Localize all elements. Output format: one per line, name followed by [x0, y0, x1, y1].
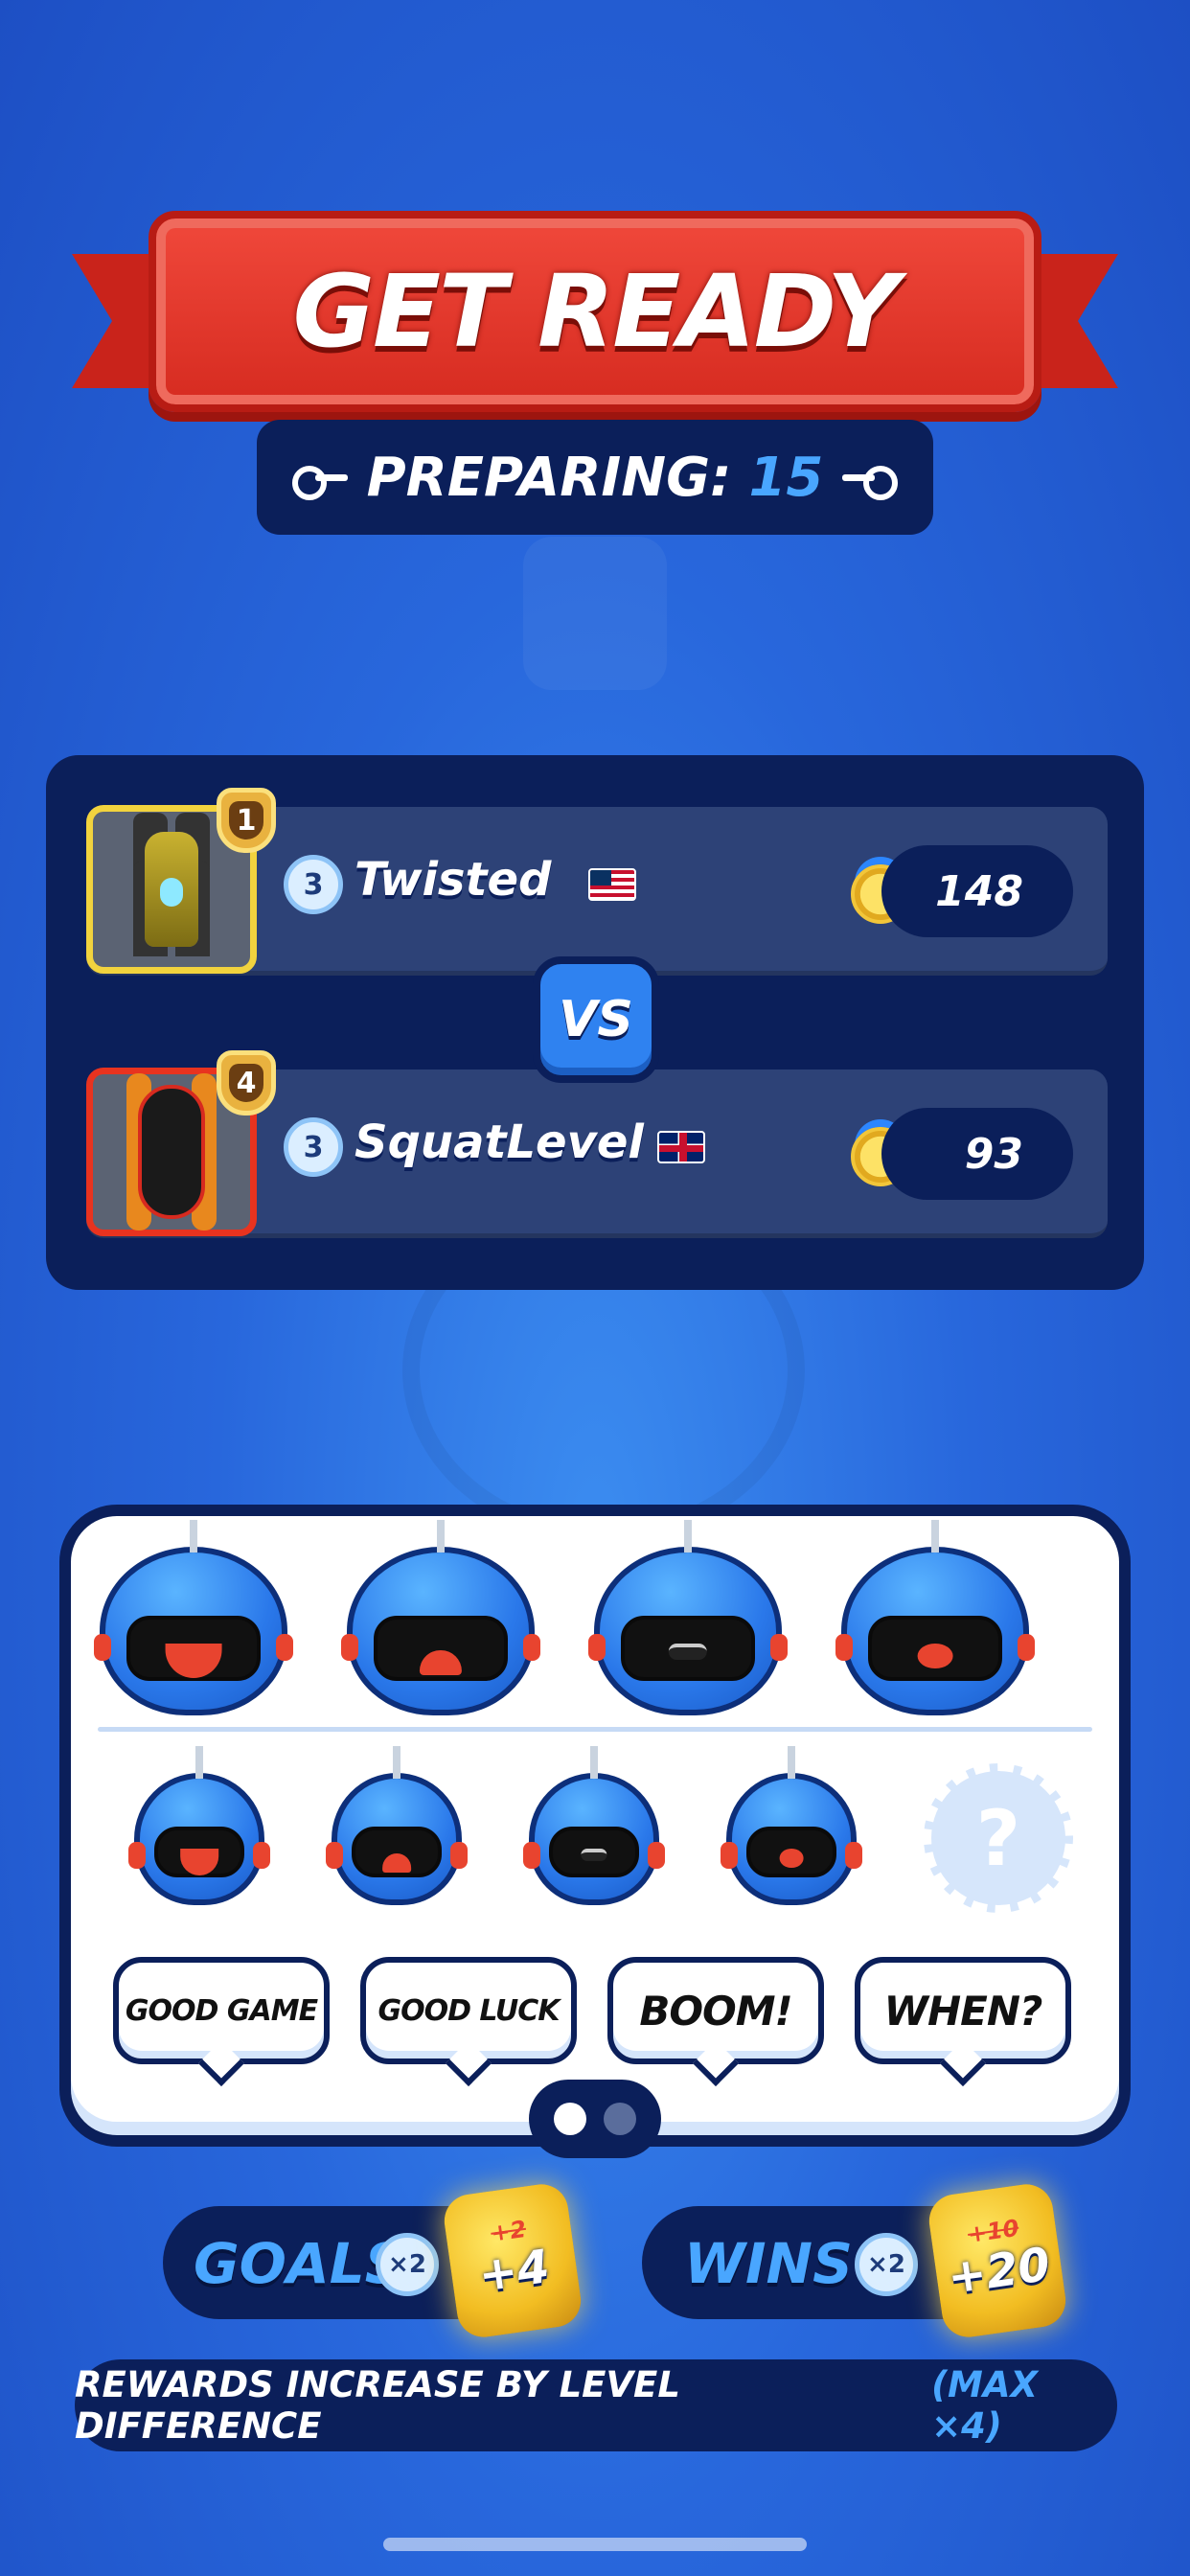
emote-page-indicator[interactable] — [529, 2080, 661, 2158]
vs-label: VS — [559, 991, 633, 1048]
multiplier-badge: ×2 — [855, 2233, 918, 2296]
coin-stack-icon: +2 +4 — [441, 2180, 584, 2341]
yellow-car-icon — [145, 832, 198, 947]
emote-shocked-icon[interactable] — [835, 1547, 1035, 1715]
player-name: SquatLevel — [355, 1116, 644, 1169]
wind-up-key-icon — [291, 463, 350, 500]
emote-shocked-icon[interactable] — [721, 1773, 862, 1905]
home-indicator[interactable] — [383, 2538, 807, 2551]
phrase-when-button[interactable]: WHEN? — [855, 1957, 1071, 2064]
uk-flag-icon — [657, 1131, 705, 1163]
emote-laughing-icon[interactable] — [128, 1773, 270, 1905]
new-reward: +20 — [944, 2237, 1054, 2306]
page-title: GET READY — [292, 253, 900, 370]
wind-up-key-icon — [840, 463, 898, 492]
rank-shield-icon: 1 — [217, 788, 276, 853]
phrase-good-game-button[interactable]: GOOD GAME — [113, 1957, 330, 2064]
phrase-label: WHEN? — [883, 1987, 1043, 2035]
trophy-value: 93 — [964, 1129, 1023, 1179]
player-row: 1 3 Twisted 148 — [86, 788, 1108, 976]
trophy-count: 93 — [881, 1108, 1073, 1200]
emote-smirk-icon[interactable] — [588, 1547, 788, 1715]
emote-divider — [98, 1727, 1092, 1732]
rewards-info-text: REWARDS INCREASE BY LEVEL DIFFERENCE — [75, 2364, 680, 2447]
goals-label: GOALS — [194, 2231, 405, 2296]
background-emblem — [523, 537, 667, 690]
player-row: 4 3 SquatLevel 93 — [86, 1050, 1108, 1238]
emote-panel: ? GOOD GAME GOOD LUCK BOOM! WHEN? — [59, 1505, 1131, 2147]
question-mark-icon: ? — [975, 1793, 1021, 1883]
level-badge: 3 — [284, 1117, 343, 1177]
vs-badge: VS — [533, 956, 659, 1083]
us-flag-icon — [588, 868, 636, 901]
phrase-boom-button[interactable]: BOOM! — [607, 1957, 824, 2064]
player-name: Twisted — [355, 853, 552, 907]
wins-label: WINS — [684, 2231, 853, 2296]
emote-smirk-icon[interactable] — [523, 1773, 665, 1905]
emote-crying-icon[interactable] — [341, 1547, 540, 1715]
level-badge: 3 — [284, 855, 343, 914]
preparing-label: PREPARING: — [366, 446, 732, 509]
locked-emote-slot[interactable]: ? — [924, 1763, 1073, 1913]
emote-laughing-icon[interactable] — [94, 1547, 293, 1715]
new-reward: +4 — [475, 2240, 553, 2303]
goals-reward: GOALS ×2 +2 +4 — [163, 2180, 584, 2341]
page-dot-active[interactable] — [554, 2103, 586, 2135]
phrase-label: GOOD GAME — [125, 1993, 318, 2028]
page-dot[interactable] — [604, 2103, 636, 2135]
black-car-icon — [138, 1085, 205, 1219]
preparing-timer: PREPARING: 15 — [257, 420, 933, 535]
preparing-count: 15 — [748, 446, 824, 509]
get-ready-banner: GET READY — [72, 211, 1118, 412]
rewards-info-highlight: (MAX ×4) — [931, 2364, 1038, 2447]
wins-reward: WINS ×2 +10 +20 — [642, 2180, 1069, 2341]
phrase-good-luck-button[interactable]: GOOD LUCK — [360, 1957, 577, 2064]
emote-crying-icon[interactable] — [326, 1773, 468, 1905]
rank-shield-icon: 4 — [217, 1050, 276, 1116]
phrase-label: BOOM! — [639, 1987, 792, 2035]
multiplier-badge: ×2 — [376, 2233, 439, 2296]
coin-stack-icon: +10 +20 — [926, 2180, 1069, 2341]
rewards-info-bar: REWARDS INCREASE BY LEVEL DIFFERENCE (MA… — [75, 2359, 1117, 2451]
banner-plate: GET READY — [149, 211, 1041, 412]
trophy-count: 148 — [881, 845, 1073, 937]
rank-number: 4 — [229, 1064, 263, 1102]
rank-number: 1 — [229, 801, 263, 840]
trophy-value: 148 — [935, 866, 1023, 916]
phrase-label: GOOD LUCK — [378, 1993, 560, 2028]
